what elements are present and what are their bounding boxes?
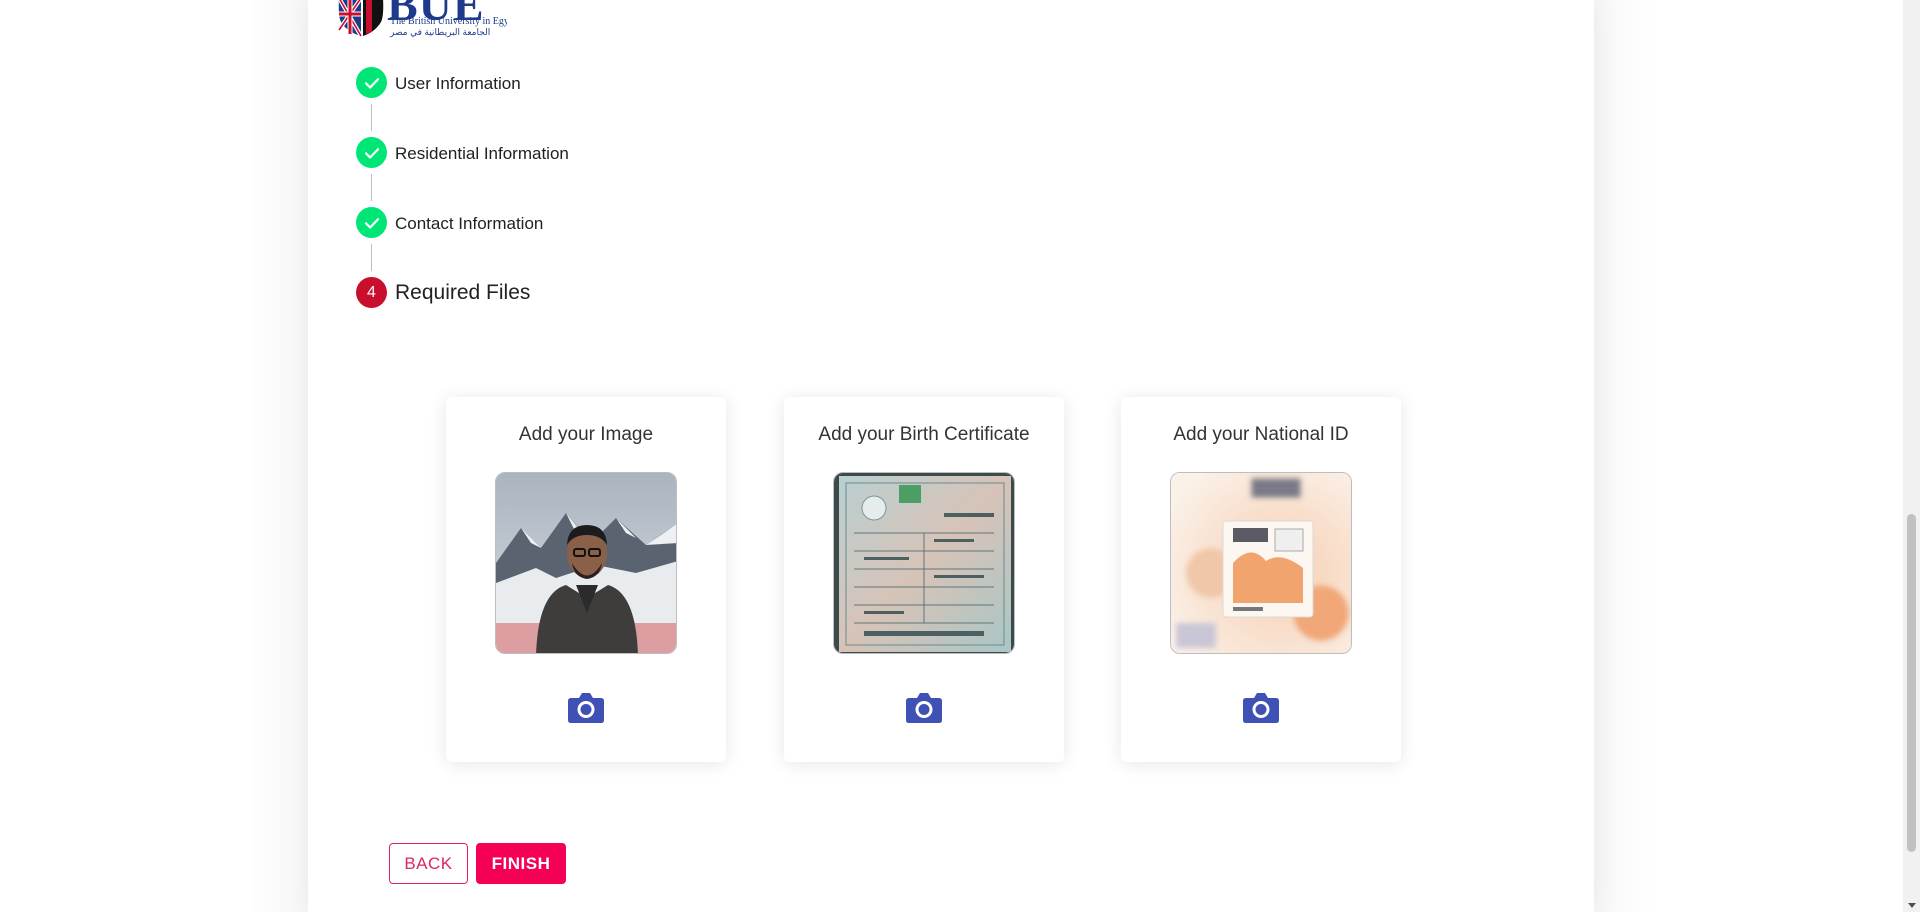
camera-upload-button[interactable]	[567, 689, 605, 725]
national-id-image	[1171, 473, 1351, 653]
camera-upload-button[interactable]	[1242, 689, 1280, 725]
camera-upload-button[interactable]	[905, 689, 943, 725]
shield-logo-icon	[337, 0, 384, 38]
step-label: Residential Information	[395, 144, 569, 163]
scroll-down-arrow-icon[interactable]	[1908, 903, 1916, 908]
bue-logo: BUE The British University in Egypt الجا…	[335, 0, 507, 42]
page-shadow-right	[1594, 0, 1654, 912]
camera-icon	[568, 693, 604, 723]
step-label: User Information	[395, 74, 521, 93]
page-shadow-left	[248, 0, 308, 912]
step-connector	[371, 174, 372, 201]
step-number-badge: 4	[356, 277, 387, 308]
upload-title: Add your Birth Certificate	[818, 424, 1030, 445]
step-label: Required Files	[395, 281, 531, 304]
national-id-preview	[1170, 472, 1352, 654]
camera-icon	[906, 693, 942, 723]
step-connector	[371, 244, 372, 271]
birth-certificate-image	[834, 473, 1014, 653]
check-icon	[356, 137, 387, 168]
step-connector	[371, 104, 372, 131]
check-icon	[356, 207, 387, 238]
camera-icon	[1243, 693, 1279, 723]
logo-arabic-text: الجامعة البريطانية في مصر	[390, 27, 491, 37]
birth-certificate-preview	[833, 472, 1015, 654]
vertical-scrollbar[interactable]	[1903, 0, 1920, 912]
profile-photo-image	[496, 473, 676, 653]
upload-card-image: Add your Image	[446, 397, 726, 762]
upload-card-national-id: Add your National ID	[1121, 397, 1401, 762]
profile-photo-preview	[495, 472, 677, 654]
finish-button[interactable]: FINISH	[476, 843, 566, 884]
upload-title: Add your Image	[518, 424, 654, 445]
step-label: Contact Information	[395, 214, 544, 233]
check-icon	[356, 67, 387, 98]
upload-title: Add your National ID	[1173, 424, 1349, 445]
logo-english-text: The British University in Egypt	[390, 16, 507, 27]
back-button[interactable]: BACK	[389, 843, 468, 884]
scrollbar-thumb[interactable]	[1907, 514, 1916, 852]
upload-card-birth-certificate: Add your Birth Certificate	[784, 397, 1064, 762]
